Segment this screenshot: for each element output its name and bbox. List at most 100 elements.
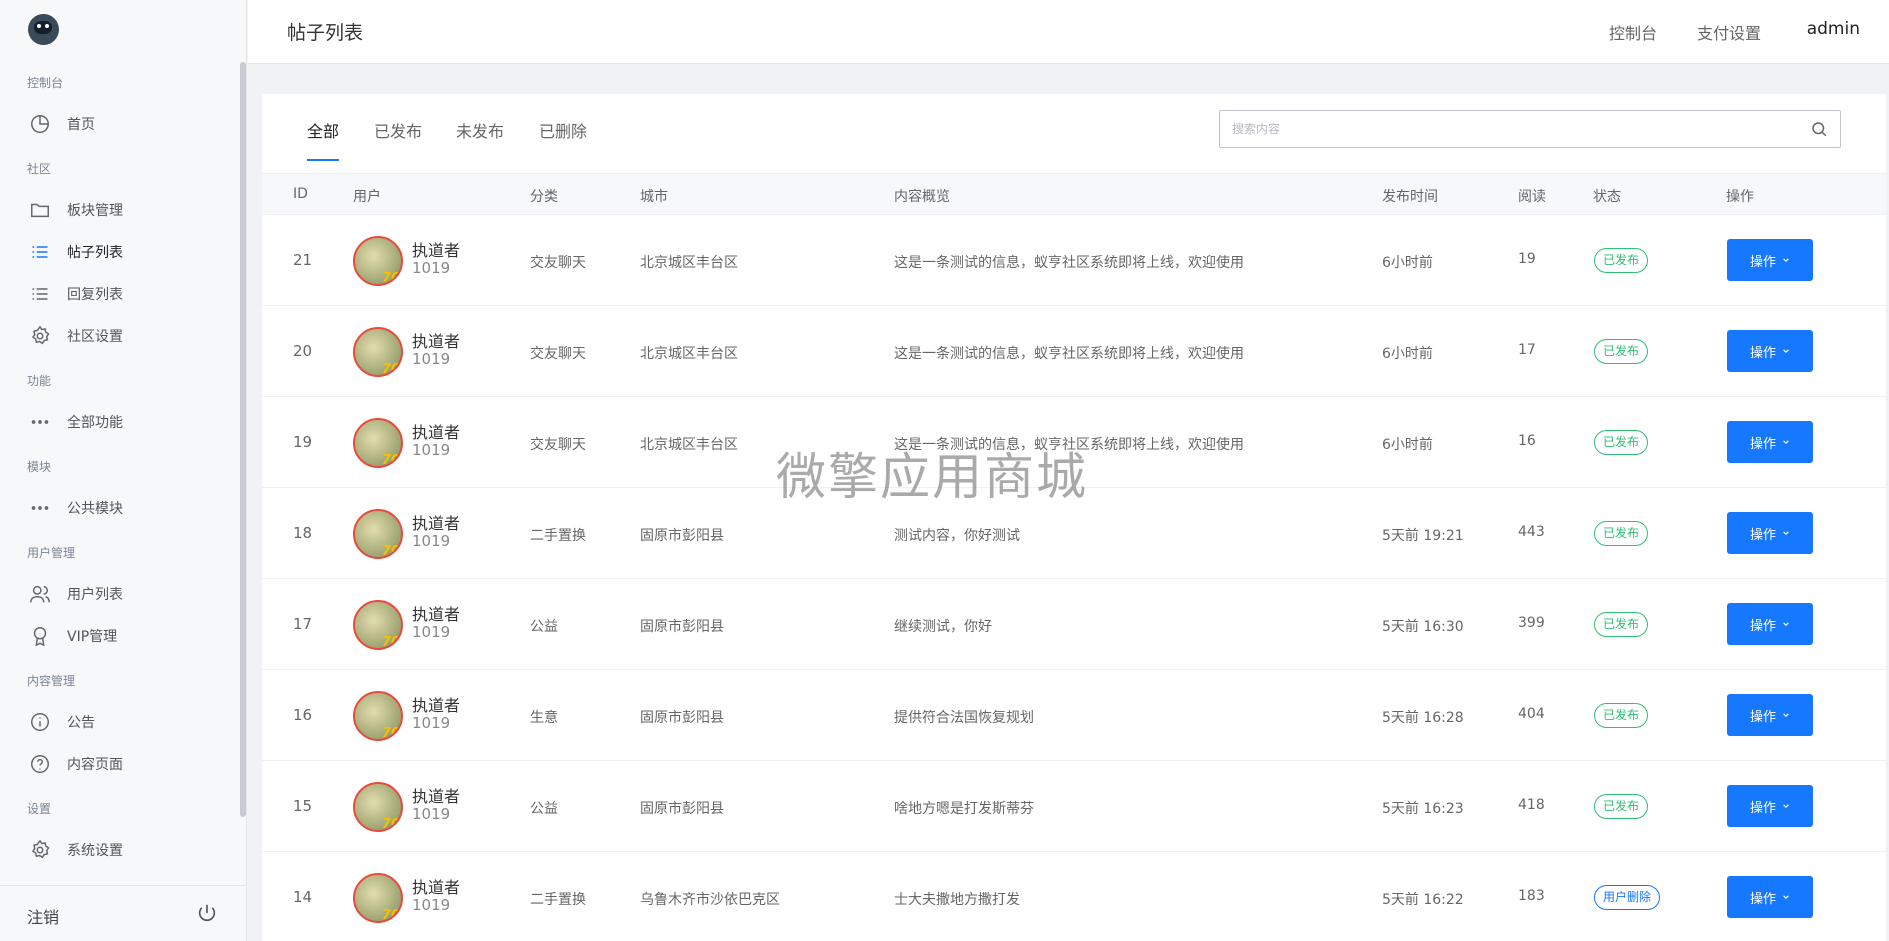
column-header-category[interactable]: 分类 bbox=[530, 186, 558, 206]
post-content[interactable]: 提供符合法国恢复规划 bbox=[894, 707, 1034, 727]
app-logo[interactable] bbox=[28, 14, 59, 45]
table-row[interactable]: 18 执道者1019 二手置换 固原市彭阳县 测试内容，你好测试 5天前 19:21 443… bbox=[262, 488, 1886, 579]
actions-dropdown-button[interactable]: 操作 bbox=[1727, 603, 1813, 645]
actions-dropdown-button[interactable]: 操作 bbox=[1727, 694, 1813, 736]
sidebar-item-announcements[interactable]: 公告 bbox=[27, 708, 95, 736]
tab-unpublished[interactable]: 未发布 bbox=[456, 118, 504, 142]
status-badge: 用户删除 bbox=[1594, 885, 1661, 910]
section-title-console: 控制台 bbox=[27, 76, 64, 90]
post-city: 固原市彭阳县 bbox=[640, 528, 724, 544]
user-name[interactable]: 执道者 bbox=[412, 328, 460, 352]
post-reads: 183 bbox=[1518, 888, 1545, 904]
sidebar-item-replies[interactable]: 回复列表 bbox=[27, 280, 123, 308]
search-icon[interactable] bbox=[1810, 120, 1828, 138]
post-content[interactable]: 士大夫撒地方撒打发 bbox=[894, 889, 1020, 909]
post-reads: 16 bbox=[1518, 433, 1536, 449]
page-title: 帖子列表 bbox=[287, 22, 364, 44]
post-content[interactable]: 这是一条测试的信息，蚁亨社区系统即将上线，欢迎使用 bbox=[894, 343, 1244, 363]
avatar[interactable] bbox=[353, 600, 403, 650]
tab-published[interactable]: 已发布 bbox=[374, 118, 422, 142]
power-icon[interactable] bbox=[196, 902, 218, 924]
column-header-city[interactable]: 城市 bbox=[640, 186, 668, 206]
sidebar-item-system-settings[interactable]: 系统设置 bbox=[27, 836, 123, 864]
sidebar-item-boards[interactable]: 板块管理 bbox=[27, 196, 123, 224]
table-row[interactable]: 15 执道者1019 公益 固原市彭阳县 啥地方嗯是打发斯蒂芬 5天前 16:23 418 已… bbox=[262, 761, 1886, 852]
sidebar-item-posts[interactable]: 帖子列表 bbox=[27, 238, 123, 266]
user-name[interactable]: 执道者 bbox=[412, 510, 460, 534]
post-reads: 443 bbox=[1518, 524, 1545, 540]
post-content[interactable]: 这是一条测试的信息，蚁亨社区系统即将上线，欢迎使用 bbox=[894, 434, 1244, 454]
avatar[interactable] bbox=[353, 509, 403, 559]
post-content[interactable]: 继续测试，你好 bbox=[894, 616, 992, 636]
status-badge: 已发布 bbox=[1594, 339, 1649, 364]
section-title-settings: 设置 bbox=[27, 802, 52, 816]
sidebar-scrollbar[interactable] bbox=[240, 62, 246, 817]
tab-deleted[interactable]: 已删除 bbox=[539, 118, 587, 142]
post-city: 固原市彭阳县 bbox=[640, 619, 724, 635]
table-row[interactable]: 16 执道者1019 生意 固原市彭阳县 提供符合法国恢复规划 5天前 16:28 404 已… bbox=[262, 670, 1886, 761]
sidebar-item-label: VIP管理 bbox=[67, 629, 118, 645]
sidebar-item-home[interactable]: 首页 bbox=[27, 110, 95, 138]
avatar[interactable] bbox=[353, 418, 403, 468]
column-header-id[interactable]: ID bbox=[293, 186, 308, 202]
user-name[interactable]: 执道者 bbox=[412, 419, 460, 443]
actions-dropdown-button[interactable]: 操作 bbox=[1727, 239, 1813, 281]
search-input[interactable] bbox=[1232, 111, 1792, 147]
status-badge: 已发布 bbox=[1594, 612, 1649, 637]
post-category: 公益 bbox=[530, 619, 558, 635]
avatar[interactable] bbox=[353, 691, 403, 741]
post-id: 18 bbox=[293, 524, 313, 542]
actions-dropdown-button[interactable]: 操作 bbox=[1727, 785, 1813, 827]
table-row[interactable]: 21 执道者1019 交友聊天 北京城区丰台区 这是一条测试的信息，蚁亨社区系统即将上线… bbox=[262, 215, 1886, 306]
header-link-console[interactable]: 控制台 bbox=[1609, 20, 1657, 44]
avatar[interactable] bbox=[353, 873, 403, 923]
folder-icon bbox=[27, 197, 53, 223]
user-name[interactable]: 执道者 bbox=[412, 783, 460, 807]
column-header-user[interactable]: 用户 bbox=[353, 186, 381, 206]
table-row[interactable]: 20 执道者1019 交友聊天 北京城区丰台区 这是一条测试的信息，蚁亨社区系统即将上线… bbox=[262, 306, 1886, 397]
sidebar-item-label: 社区设置 bbox=[67, 329, 123, 345]
post-time: 6小时前 bbox=[1382, 346, 1433, 362]
top-header: 帖子列表 控制台 支付设置 admin bbox=[248, 0, 1889, 64]
question-icon bbox=[27, 751, 53, 777]
tab-all[interactable]: 全部 bbox=[307, 118, 339, 142]
user-name[interactable]: 执道者 bbox=[412, 237, 460, 261]
logout-link[interactable]: 注销 bbox=[27, 904, 59, 928]
user-menu[interactable]: admin bbox=[1807, 19, 1860, 39]
table-row[interactable]: 17 执道者1019 公益 固原市彭阳县 继续测试，你好 5天前 16:30 399 已发布 操… bbox=[262, 579, 1886, 670]
sidebar-item-label: 内容页面 bbox=[67, 757, 123, 773]
sidebar-item-public-modules[interactable]: 公共模块 bbox=[27, 494, 123, 522]
table-row[interactable]: 19 执道者1019 交友聊天 北京城区丰台区 这是一条测试的信息，蚁亨社区系统即将上线… bbox=[262, 397, 1886, 488]
actions-button-label: 操作 bbox=[1749, 345, 1776, 361]
column-header-time[interactable]: 发布时间 bbox=[1382, 186, 1438, 206]
user-name[interactable]: 执道者 bbox=[412, 692, 460, 716]
header-link-payment-settings[interactable]: 支付设置 bbox=[1697, 20, 1761, 44]
column-header-status[interactable]: 状态 bbox=[1593, 186, 1621, 206]
actions-dropdown-button[interactable]: 操作 bbox=[1727, 512, 1813, 554]
actions-dropdown-button[interactable]: 操作 bbox=[1727, 421, 1813, 463]
post-content[interactable]: 这是一条测试的信息，蚁亨社区系统即将上线，欢迎使用 bbox=[894, 252, 1244, 272]
user-name[interactable]: 执道者 bbox=[412, 601, 460, 625]
table-row[interactable]: 14 执道者1019 二手置换 乌鲁木齐市沙依巴克区 士大夫撒地方撒打发 5天前 16:2… bbox=[262, 852, 1886, 941]
user-name[interactable]: 执道者 bbox=[412, 874, 460, 898]
sidebar-item-label: 板块管理 bbox=[67, 203, 123, 219]
avatar[interactable] bbox=[353, 782, 403, 832]
actions-dropdown-button[interactable]: 操作 bbox=[1727, 876, 1813, 918]
table-header: ID 用户 分类 城市 内容概览 发布时间 阅读 状态 操作 bbox=[262, 173, 1886, 215]
avatar[interactable] bbox=[353, 236, 403, 286]
sidebar-item-vip[interactable]: VIP管理 bbox=[27, 622, 117, 650]
sidebar-item-content-pages[interactable]: 内容页面 bbox=[27, 750, 123, 778]
avatar[interactable] bbox=[353, 327, 403, 377]
more-icon bbox=[27, 409, 53, 435]
sidebar-item-community-settings[interactable]: 社区设置 bbox=[27, 322, 123, 350]
actions-button-label: 操作 bbox=[1749, 436, 1776, 452]
actions-dropdown-button[interactable]: 操作 bbox=[1727, 330, 1813, 372]
column-header-content[interactable]: 内容概览 bbox=[894, 186, 950, 206]
section-title-features: 功能 bbox=[27, 374, 52, 388]
sidebar-item-all-features[interactable]: 全部功能 bbox=[27, 408, 123, 436]
column-header-reads[interactable]: 阅读 bbox=[1518, 186, 1546, 206]
sidebar-item-users[interactable]: 用户列表 bbox=[27, 580, 123, 608]
user-id: 1019 bbox=[412, 259, 451, 277]
post-content[interactable]: 啥地方嗯是打发斯蒂芬 bbox=[894, 798, 1034, 818]
post-content[interactable]: 测试内容，你好测试 bbox=[894, 525, 1020, 545]
